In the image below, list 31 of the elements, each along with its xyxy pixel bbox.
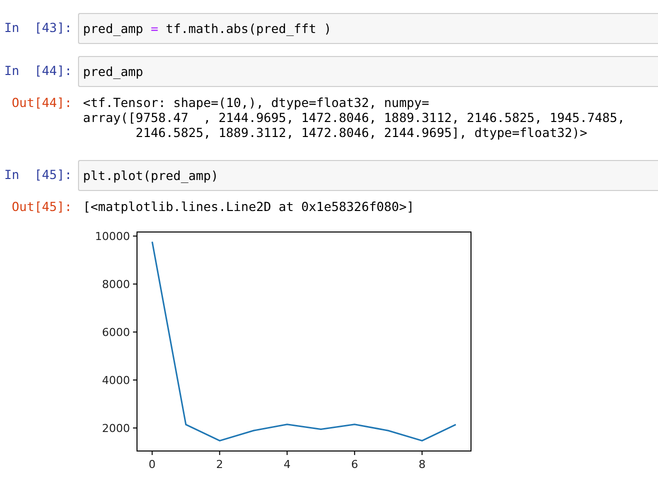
x-tick-label: 0 xyxy=(148,458,156,471)
x-tick-label: 6 xyxy=(351,458,358,471)
x-tick-label: 4 xyxy=(284,458,291,471)
x-tick-label: 8 xyxy=(418,458,426,471)
y-tick-label: 10000 xyxy=(95,230,130,244)
tick-mark xyxy=(132,236,138,237)
output-text: array([9758.47 , 2144.9695, 1472.8046, 1889.3112, 2146.5825, 1945.7485, xyxy=(83,110,625,125)
y-tick-label: 4000 xyxy=(102,374,130,387)
output-text: 2146.5825, 1889.3112, 1472.8046, 2144.9695], dtype=float32)> xyxy=(134,125,588,140)
y-tick-label: 2000 xyxy=(102,422,130,435)
x-tick-label: 2 xyxy=(216,458,224,471)
code-input[interactable]: plt.plot(pred_amp) xyxy=(78,160,658,191)
tick-mark xyxy=(219,450,220,456)
input-prompt: In [45]: xyxy=(3,166,73,182)
output-prompt: Out[44]: xyxy=(10,95,73,110)
output-text: [<matplotlib.lines.Line2D at 0x1e58326f080>] xyxy=(83,199,414,214)
tick-mark xyxy=(132,284,138,285)
code-input[interactable]: pred_amp = tf.math.abs(pred_fft ) xyxy=(78,13,658,44)
code-input[interactable]: pred_amp xyxy=(78,56,658,87)
tick-mark xyxy=(132,332,138,333)
tick-mark xyxy=(132,427,138,428)
y-tick-label: 8000 xyxy=(102,278,130,292)
tick-mark xyxy=(422,450,423,456)
input-prompt: In [43]: xyxy=(3,19,73,35)
input-prompt: In [44]: xyxy=(3,62,73,78)
output-text: <tf.Tensor: shape=(10,), dtype=float32, numpy= xyxy=(83,95,430,110)
tick-mark xyxy=(152,450,153,456)
tick-mark xyxy=(354,450,356,456)
y-tick-label: 6000 xyxy=(102,326,130,340)
tick-mark xyxy=(286,450,288,456)
output-prompt: Out[45]: xyxy=(10,199,73,214)
